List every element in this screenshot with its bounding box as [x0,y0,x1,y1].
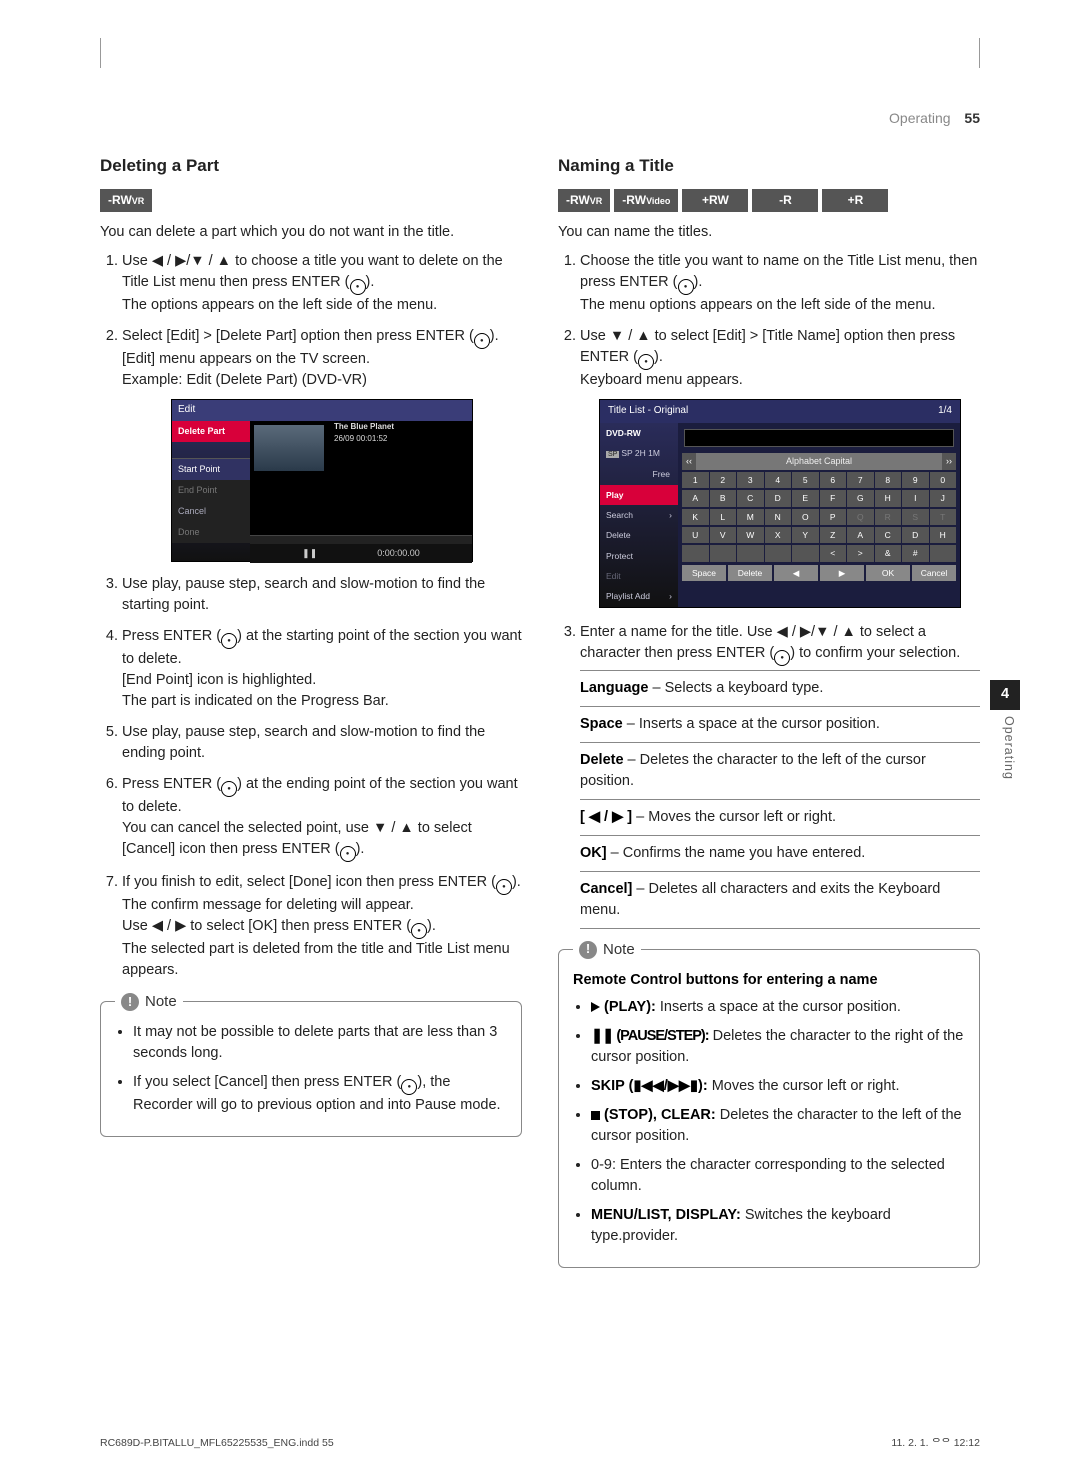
note-icon: ! [579,941,597,959]
left-step-7: If you finish to edit, select [Done] ico… [122,872,522,981]
rc-skip: SKIP (▮◀◀/▶▶▮): Moves the cursor left or… [591,1076,965,1097]
section-label: Operating [889,110,950,126]
screenshot-keyboard: Title List - Original 1/4 DVD-RW SPSP 2H… [599,399,961,607]
enter-icon [350,279,366,295]
tag-minusr: -R [752,189,818,212]
left-step-1: Use ◀ / ▶/▼ / ▲ to choose a title you wa… [122,251,522,316]
page-header: Operating 55 [100,108,980,128]
right-step-3: Enter a name for the title. Use ◀ / ▶/▼ … [580,622,980,929]
enter-icon [411,923,427,939]
right-step-1: Choose the title you want to name on the… [580,251,980,316]
page-number-top: 55 [964,110,980,126]
intro-left: You can delete a part which you do not w… [100,222,522,243]
thumb-icon [254,425,324,471]
left-step-5: Use play, pause step, search and slow-mo… [122,722,522,764]
def-language: Language – Selects a keyboard type. [580,670,980,707]
chapter-label: Operating [1000,716,1018,780]
enter-icon [774,650,790,666]
manual-page: Operating 55 Deleting a Part -RWVR You c… [0,0,1080,1477]
rc-menu: MENU/LIST, DISPLAY: Switches the keyboar… [591,1205,965,1247]
def-ok: OK] – Confirms the name you have entered… [580,836,980,872]
disc-tags-left: -RWVR [100,189,522,212]
note-box-left: ! Note It may not be possible to delete … [100,1001,522,1137]
screenshot-edit-delete: Edit Delete Part Start Point End Point C… [171,399,473,562]
enter-icon [496,879,512,895]
note-subheading: Remote Control buttons for entering a na… [573,970,965,991]
s2-sidebar: DVD-RW SPSP 2H 1M Free Play Search› Dele… [600,423,678,607]
chapter-tab: 4 [990,680,1020,710]
def-delete: Delete – Deletes the character to the le… [580,743,980,800]
enter-icon [474,333,490,349]
left-step-3: Use play, pause step, search and slow-mo… [122,574,522,616]
enter-icon [221,633,237,649]
note-icon: ! [121,993,139,1011]
enter-icon [678,279,694,295]
stop-icon [591,1111,600,1120]
page-footer: RC689D-P.BITALLU_MFL65225535_ENG.indd 55… [100,1436,980,1451]
s1-header: Edit [172,400,472,421]
tag-rwvr-2: -RWVR [558,189,610,212]
enter-icon [221,781,237,797]
crop-marks [100,38,980,68]
footer-time: 11. 2. 1. ᄋᄋ 12:12 [891,1436,980,1451]
left-note-1: It may not be possible to delete parts t… [133,1022,507,1064]
def-arrows: [ ◀ / ▶ ] – Moves the cursor left or rig… [580,800,980,836]
def-space: Space – Inserts a space at the cursor po… [580,707,980,743]
s1-main: The Blue Planet 26/09 00:01:52 ❚❚ 0:00:0… [250,421,472,561]
def-cancel: Cancel] – Deletes all characters and exi… [580,872,980,929]
enter-icon [638,354,654,370]
note-header-right: ! Note [573,939,641,961]
rc-pause: ❚❚ (PAUSE/STEP): Deletes the character t… [591,1026,965,1068]
tag-plusrw: +RW [682,189,748,212]
right-step-2: Use ▼ / ▲ to select [Edit] > [Title Name… [580,326,980,607]
heading-naming: Naming a Title [558,154,980,179]
footer-file: RC689D-P.BITALLU_MFL65225535_ENG.indd 55 [100,1436,334,1451]
left-step-6: Press ENTER () at the ending point of th… [122,774,522,862]
steps-left: Use ◀ / ▶/▼ / ▲ to choose a title you wa… [100,251,522,981]
tag-plusr: +R [822,189,888,212]
rc-stop: (STOP), CLEAR: Deletes the character to … [591,1105,965,1147]
left-step-2: Select [Edit] > [Delete Part] option the… [122,326,522,562]
keyboard-definitions: Language – Selects a keyboard type. Spac… [580,670,980,929]
play-icon [591,1002,600,1012]
rc-digits: 0-9: Enters the character corresponding … [591,1155,965,1197]
col-left: Deleting a Part -RWVR You can delete a p… [100,154,522,1268]
steps-right: Choose the title you want to name on the… [558,251,980,928]
intro-right: You can name the titles. [558,222,980,243]
enter-icon [401,1079,417,1095]
note-header-left: ! Note [115,991,183,1013]
heading-deleting: Deleting a Part [100,154,522,179]
enter-icon [340,846,356,862]
left-note-2: If you select [Cancel] then press ENTER … [133,1072,507,1116]
tag-rwvr: -RWVR [100,189,152,212]
rc-play: (PLAY): Inserts a space at the cursor po… [591,997,965,1018]
s2-keyboard: ‹‹ Alphabet Capital ›› 1234567890 ABCDEF… [678,423,960,607]
tag-rwvideo: -RWVideo [614,189,678,212]
disc-tags-right: -RWVR -RWVideo +RW -R +R [558,189,980,212]
s1-sidebar: Delete Part Start Point End Point Cancel… [172,421,250,561]
note-box-right: ! Note Remote Control buttons for enteri… [558,949,980,1268]
skip-icon: SKIP (▮◀◀/▶▶▮): [591,1078,708,1094]
left-step-4: Press ENTER () at the starting point of … [122,626,522,712]
col-right: Naming a Title -RWVR -RWVideo +RW -R +R … [558,154,980,1268]
content-columns: Deleting a Part -RWVR You can delete a p… [100,154,980,1268]
s2-header: Title List - Original 1/4 [600,400,960,423]
pause-icon: ❚❚ (PAUSE/STEP): [591,1028,709,1044]
